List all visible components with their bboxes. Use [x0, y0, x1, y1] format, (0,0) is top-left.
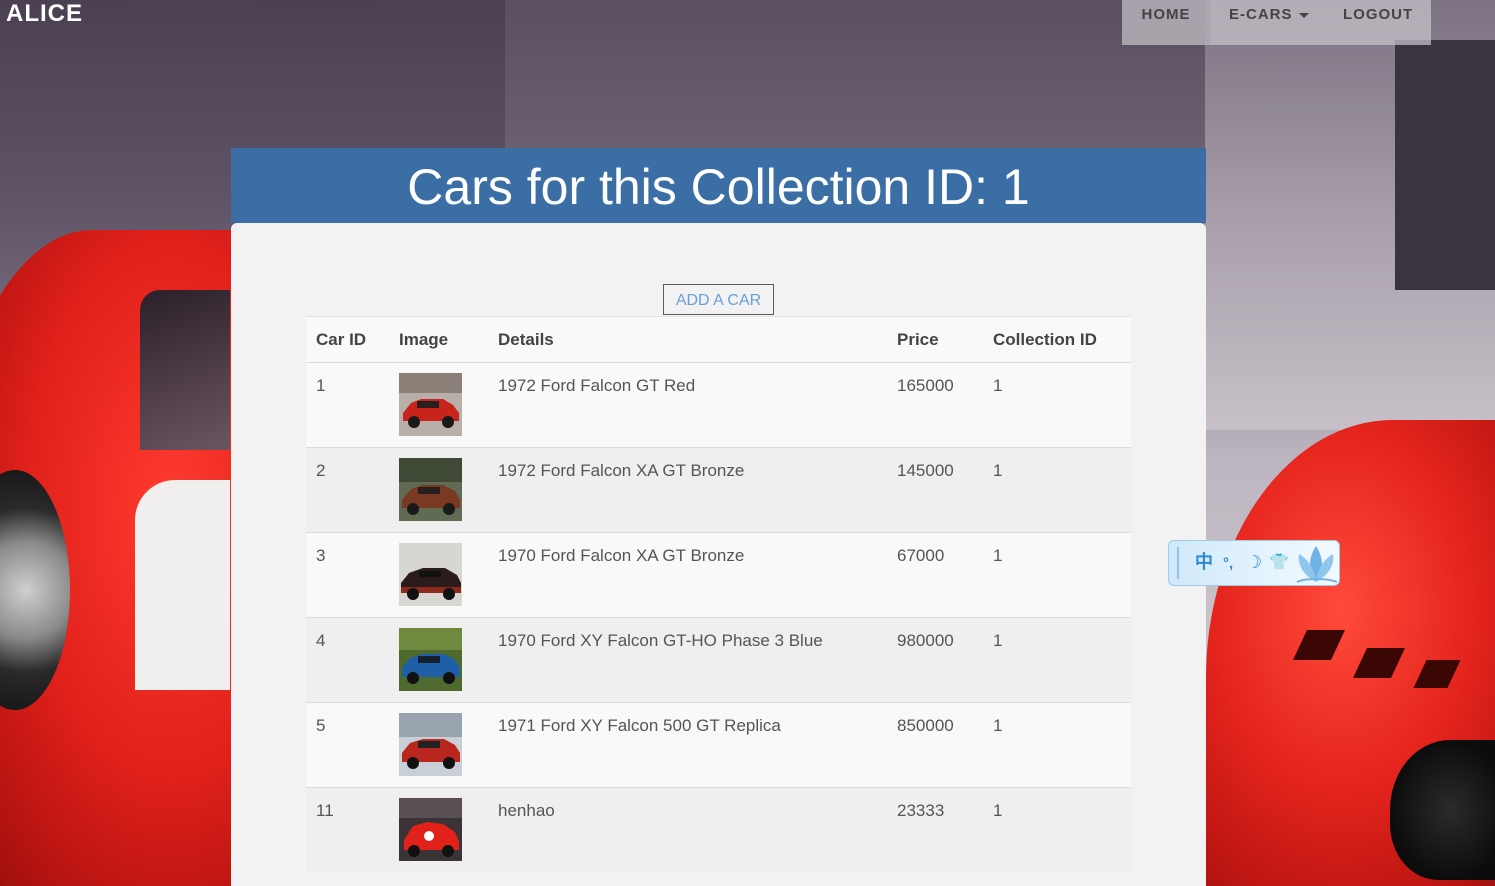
cell-collection-id: 1 [983, 532, 1131, 618]
cell-car-id: 11 [306, 787, 389, 872]
red-race-car-thumbnail[interactable] [399, 798, 462, 861]
cell-collection-id: 1 [983, 362, 1131, 448]
lotus-flower-icon [1296, 546, 1338, 583]
ime-drag-handle[interactable] [1177, 547, 1179, 579]
background-dark-panel [1395, 40, 1495, 290]
background-car-window [140, 290, 230, 450]
punctuation-icon[interactable]: °, [1223, 552, 1233, 576]
column-header-price: Price [887, 316, 983, 363]
cell-price: 23333 [887, 787, 983, 872]
column-header-details: Details [488, 316, 887, 363]
nav-item-home[interactable]: HOME [1122, 0, 1210, 45]
background-car-stripe [135, 480, 230, 690]
top-nav: HOME E-CARS LOGOUT [1122, 0, 1431, 45]
cell-image [389, 787, 488, 872]
cell-car-id: 5 [306, 702, 389, 788]
caret-down-icon [1298, 12, 1309, 18]
ime-toolbar[interactable]: 中 °, ☽ 👕 [1168, 540, 1340, 586]
nav-item-label: E-CARS [1229, 6, 1293, 23]
cell-price: 67000 [887, 532, 983, 618]
column-header-collection-id: Collection ID [983, 316, 1131, 363]
nav-item-e-cars-dropdown[interactable]: E-CARS [1210, 0, 1327, 45]
chinese-mode-icon[interactable]: 中 [1195, 550, 1213, 574]
cell-image [389, 362, 488, 448]
cell-details: 1970 Ford XY Falcon GT-HO Phase 3 Blue [488, 617, 887, 703]
table-row: 1 1972 Ford Falcon GT Red 165000 1 [306, 362, 1131, 448]
cell-car-id: 4 [306, 617, 389, 703]
half-width-moon-icon[interactable]: ☽ [1246, 550, 1262, 574]
cell-car-id: 3 [306, 532, 389, 618]
cell-image [389, 447, 488, 533]
brand-logo[interactable]: ALICE [6, 0, 83, 28]
cars-table: Car ID Image Details Price Collection ID… [306, 316, 1131, 872]
bronze-car-thumbnail[interactable] [399, 458, 462, 521]
column-header-car-id: Car ID [306, 316, 389, 363]
table-header-row: Car ID Image Details Price Collection ID [306, 316, 1131, 363]
cell-image [389, 702, 488, 788]
table-row: 3 1970 Ford Falcon XA GT Bronze 67000 1 [306, 532, 1131, 618]
page: ALICE HOME E-CARS LOGOUT Cars for this C… [0, 0, 1495, 886]
cell-price: 165000 [887, 362, 983, 448]
cell-collection-id: 1 [983, 702, 1131, 788]
nav-item-label: LOGOUT [1343, 6, 1414, 23]
table-row: 2 1972 Ford Falcon XA GT Bronze 145000 1 [306, 447, 1131, 533]
cell-details: 1972 Ford Falcon XA GT Bronze [488, 447, 887, 533]
cell-car-id: 1 [306, 362, 389, 448]
cell-image [389, 532, 488, 618]
cell-price: 145000 [887, 447, 983, 533]
skin-shirt-icon[interactable]: 👕 [1269, 551, 1289, 575]
red-car-thumbnail[interactable] [399, 713, 462, 776]
column-header-image: Image [389, 316, 488, 363]
cell-image [389, 617, 488, 703]
cell-details: 1970 Ford Falcon XA GT Bronze [488, 532, 887, 618]
page-title: Cars for this Collection ID: 1 [231, 148, 1206, 223]
add-car-button[interactable]: ADD A CAR [663, 284, 774, 315]
cell-price: 850000 [887, 702, 983, 788]
cell-car-id: 2 [306, 447, 389, 533]
cell-details: henhao [488, 787, 887, 872]
nav-item-logout[interactable]: LOGOUT [1327, 0, 1431, 45]
nav-item-label: HOME [1141, 6, 1191, 23]
table-row: 5 1971 Ford XY Falcon 500 GT Replica 850… [306, 702, 1131, 788]
background-car-grille [1390, 740, 1495, 880]
table-row: 11 henhao 23333 1 [306, 787, 1131, 872]
bronze-car-thumbnail[interactable] [399, 543, 462, 606]
table-row: 4 1970 Ford XY Falcon GT-HO Phase 3 Blue… [306, 617, 1131, 703]
red-car-thumbnail[interactable] [399, 373, 462, 436]
cell-details: 1971 Ford XY Falcon 500 GT Replica [488, 702, 887, 788]
cell-price: 980000 [887, 617, 983, 703]
blue-car-thumbnail[interactable] [399, 628, 462, 691]
cell-collection-id: 1 [983, 447, 1131, 533]
cell-collection-id: 1 [983, 787, 1131, 872]
cell-details: 1972 Ford Falcon GT Red [488, 362, 887, 448]
cell-collection-id: 1 [983, 617, 1131, 703]
